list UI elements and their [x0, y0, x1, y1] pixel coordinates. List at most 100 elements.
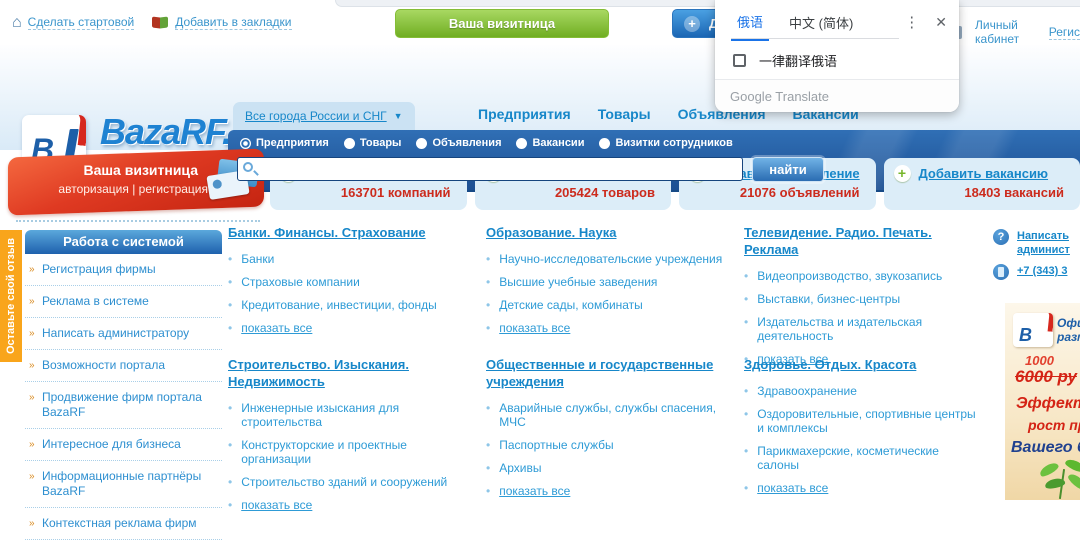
bullet-icon: •: [486, 401, 490, 429]
arrow-icon: »: [29, 437, 35, 452]
scope-vacancies[interactable]: Вакансии: [516, 137, 584, 149]
scope-employee-cards[interactable]: Визитки сотрудников: [599, 137, 732, 149]
plus-icon: +: [894, 165, 911, 182]
category-media: Телевидение. Радио. Печать. Реклама • Вид…: [744, 224, 992, 356]
sidebar-item-write-admin[interactable]: » Написать администратору: [25, 318, 222, 350]
category-health: Здоровье. Отдых. Красота •Здравоохранени…: [744, 356, 992, 488]
vizitnitsa-banner[interactable]: Ваша визитница авторизация | регистрация: [8, 149, 264, 216]
radio-icon: [416, 138, 427, 149]
show-all-link[interactable]: показать все: [499, 484, 570, 498]
category-title[interactable]: Строительство. Изыскания. Недвижимость: [228, 356, 472, 390]
radio-icon: [516, 138, 527, 149]
make-homepage-link[interactable]: Сделать стартовой: [28, 15, 135, 30]
phone-link[interactable]: +7 (343) 3: [1017, 264, 1067, 278]
find-button[interactable]: найти: [752, 157, 824, 182]
radio-icon: [344, 138, 355, 149]
arrow-icon: »: [29, 469, 35, 484]
add-vacancy-link[interactable]: Добавить вакансию: [919, 166, 1049, 181]
arrow-icon: »: [29, 262, 35, 277]
category-title[interactable]: Здоровье. Отдых. Красота: [744, 356, 916, 373]
vacancies-count: 18403 вакансий: [894, 185, 1069, 200]
category-banks: Банки. Финансы. Страхование •Банки •Стра…: [228, 224, 486, 356]
write-admin-link-line2[interactable]: админист: [1017, 243, 1070, 257]
feedback-tab[interactable]: Оставьте свой отзыв: [0, 230, 22, 362]
bullet-icon: •: [486, 461, 490, 475]
scope-ads[interactable]: Объявления: [416, 137, 501, 149]
registration-link[interactable]: Регис: [1049, 25, 1080, 40]
plant-image: [1033, 461, 1080, 500]
vizitnitsa-button[interactable]: Ваша визитница: [395, 9, 609, 38]
add-vacancy-card: + Добавить вакансию 18403 вакансий: [884, 158, 1080, 210]
bullet-icon: •: [228, 298, 232, 312]
personal-cabinet-link[interactable]: Личный кабинет: [975, 18, 1036, 47]
close-icon[interactable]: ✕: [935, 14, 947, 31]
arrow-icon: »: [29, 358, 35, 373]
category-link[interactable]: Высшие учебные заведения: [499, 275, 657, 289]
promo-text: Офи: [1057, 316, 1080, 330]
category-link[interactable]: Архивы: [499, 461, 541, 475]
category-link[interactable]: Страховые компании: [241, 275, 360, 289]
sidebar-item-context-ads[interactable]: » Контекстная реклама фирм: [25, 508, 222, 540]
search-icon: [243, 162, 253, 172]
contact-column: ? Написать админист +7 (343) 3: [993, 229, 1080, 287]
search-input[interactable]: [237, 157, 743, 181]
radio-icon: [599, 138, 610, 149]
auth-registration-links[interactable]: авторизация | регистрация: [58, 182, 208, 196]
category-link[interactable]: Издательства и издательская деятельность: [757, 315, 978, 343]
scope-goods[interactable]: Товары: [344, 137, 402, 149]
show-all-link[interactable]: показать все: [241, 498, 312, 512]
sidebar-item-business[interactable]: » Интересное для бизнеса: [25, 429, 222, 461]
show-all-link[interactable]: показать все: [241, 321, 312, 335]
add-bookmark-link[interactable]: Добавить в закладки: [175, 15, 291, 30]
nav-companies[interactable]: Предприятия: [478, 106, 571, 122]
plus-icon: +: [684, 16, 700, 32]
category-link[interactable]: Аварийные службы, службы спасения, МЧС: [499, 401, 730, 429]
category-link[interactable]: Строительство зданий и сооружений: [241, 475, 447, 489]
vizitnitsa-banner-title: Ваша визитница: [83, 162, 198, 178]
category-link[interactable]: Конструкторские и проектные организации: [241, 438, 472, 466]
category-title[interactable]: Образование. Наука: [486, 224, 616, 241]
ads-count: 21076 объявлений: [689, 185, 864, 200]
sidebar-item-registration[interactable]: » Регистрация фирмы: [25, 254, 222, 286]
scope-companies[interactable]: Предприятия: [240, 137, 329, 149]
category-title[interactable]: Банки. Финансы. Страхование: [228, 224, 426, 241]
category-link[interactable]: Здравоохранение: [757, 384, 857, 398]
category-link[interactable]: Научно-исследовательские учреждения: [499, 252, 722, 266]
category-link[interactable]: Видеопроизводство, звукозапись: [757, 269, 942, 283]
tab-source-language[interactable]: 俄语: [731, 3, 769, 41]
cities-dropdown-label: Все города России и СНГ: [245, 109, 387, 123]
sidebar-item-promotion[interactable]: » Продвижение фирм портала BazaRF: [25, 382, 222, 429]
sidebar-item-features[interactable]: » Возможности портала: [25, 350, 222, 382]
category-link[interactable]: Парикмахерские, косметические салоны: [757, 444, 978, 472]
category-link[interactable]: Паспортные службы: [499, 438, 613, 452]
category-link[interactable]: Оздоровительные, спортивные центры и ком…: [757, 407, 978, 435]
bullet-icon: •: [744, 315, 748, 343]
tab-target-language[interactable]: 中文 (简体): [783, 4, 859, 40]
category-link[interactable]: Детские сады, комбинаты: [499, 298, 643, 312]
promo-logo-letter: В: [1019, 325, 1032, 346]
show-all-link[interactable]: показать все: [499, 321, 570, 335]
promo-banner[interactable]: В Офи разм 1000 6000 ру Эффект рост пр В…: [1005, 303, 1080, 500]
bullet-icon: •: [486, 298, 490, 312]
category-link[interactable]: Банки: [241, 252, 274, 266]
category-title[interactable]: Телевидение. Радио. Печать. Реклама: [744, 224, 978, 258]
category-link[interactable]: Инженерные изыскания для строительства: [241, 401, 472, 429]
show-all-link[interactable]: показать все: [757, 481, 828, 495]
promo-old-price: 6000 ру: [1015, 367, 1077, 387]
sidebar-item-partners[interactable]: » Информационные партнёры BazaRF: [25, 461, 222, 508]
category-title[interactable]: Общественные и государственные учреждени…: [486, 356, 730, 390]
always-translate-checkbox[interactable]: [733, 54, 746, 67]
write-admin-link[interactable]: Написать: [1017, 229, 1070, 243]
nav-goods[interactable]: Товары: [598, 106, 651, 122]
category-link[interactable]: Кредитование, инвестиции, фонды: [241, 298, 437, 312]
bullet-icon: •: [486, 484, 490, 498]
promo-text: Вашего б: [1011, 439, 1080, 457]
sidebar-item-advertising[interactable]: » Реклама в системе: [25, 286, 222, 318]
category-link[interactable]: Выставки, бизнес-центры: [757, 292, 900, 306]
google-translate-popup: 俄语 中文 (简体) ⋮ ✕ 一律翻译俄语 Google Translate: [715, 0, 959, 112]
question-icon: ?: [993, 229, 1009, 245]
cities-dropdown[interactable]: Все города России и СНГ ▼: [233, 102, 415, 130]
bullet-icon: •: [744, 481, 748, 495]
sidebar-title: Работа с системой: [25, 230, 222, 254]
more-options-icon[interactable]: ⋮: [900, 13, 923, 31]
